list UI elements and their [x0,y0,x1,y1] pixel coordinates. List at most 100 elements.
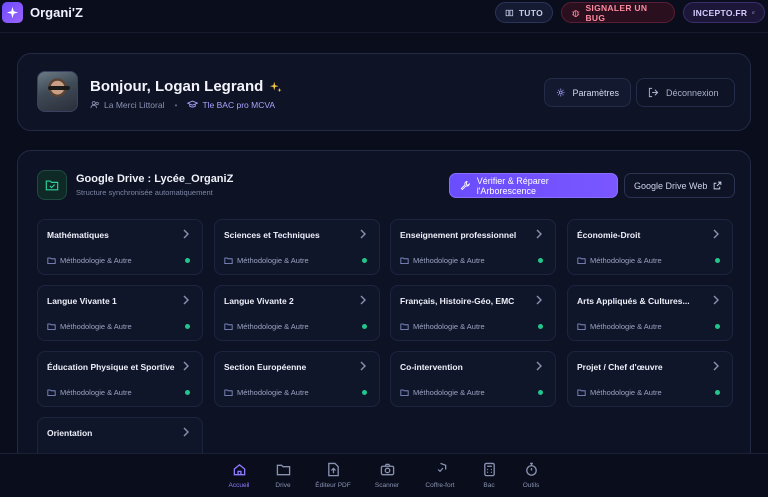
calculator-icon [483,462,495,477]
nav-label: Accueil [228,482,250,489]
subject-card[interactable]: Français, Histoire-Géo, EMC Méthodologie … [390,285,556,341]
nav-item-folder[interactable]: Drive [259,462,307,489]
subject-name: Français, Histoire-Géo, EMC [400,296,515,306]
app-name[interactable]: Organi'Z [30,5,83,20]
nav-label: Coffre-fort [425,482,455,489]
file-upload-icon [327,462,339,477]
chevron-right-icon [182,427,190,437]
incepto-label: INCEPTO.FR [693,7,748,18]
subject-name: Arts Appliqués & Cultures... [577,296,690,306]
subject-name: Éducation Physique et Sportive [47,362,175,372]
sync-status-dot [362,258,367,263]
subject-card[interactable]: Sciences et Techniques Méthodologie & Aut… [214,219,380,275]
subject-card[interactable]: Projet / Chef d'œuvre Méthodologie & Autr… [567,351,733,407]
incepto-link[interactable]: INCEPTO.FR [683,2,765,23]
sync-status-dot [715,324,720,329]
stopwatch-icon [525,462,537,476]
subfolder-label: Méthodologie & Autre [413,388,485,397]
school-info: La Merci Littoral [90,100,164,110]
meta-separator: • [174,99,178,110]
logout-button[interactable]: Déconnexion [636,78,735,107]
nav-item-home[interactable]: Accueil [215,462,263,489]
chevron-right-icon [712,361,720,371]
subfolder-label: Méthodologie & Autre [237,256,309,265]
users-icon [90,100,99,108]
folder-icon [224,257,233,264]
greeting-row: Bonjour, Logan Legrand [90,78,283,95]
folder-icon [224,389,233,396]
sync-status-dot [185,258,190,263]
drive-panel: Google Drive : Lycée_OrganiZ Structure s… [17,150,751,480]
chevron-right-icon [182,229,190,239]
nav-item-camera[interactable]: Scanner [363,462,411,489]
subject-card[interactable]: Langue Vivante 1 Méthodologie & Autre [37,285,203,341]
folder-icon [577,389,586,396]
logout-icon [648,87,659,98]
settings-button[interactable]: Paramètres [544,78,631,107]
home-icon [233,463,245,476]
folder-icon [224,323,233,330]
subject-name: Enseignement professionnel [400,230,517,240]
app-logo-icon[interactable] [2,2,23,23]
chevron-right-icon [359,229,367,239]
nav-item-calculator[interactable]: Bac [465,462,513,489]
subject-name: Co-intervention [400,362,463,372]
repair-tree-button[interactable]: Vérifier & Réparer l'Arborescence [449,173,618,198]
subject-card[interactable]: Co-intervention Méthodologie & Autre [390,351,556,407]
chevron-right-icon [535,295,543,305]
book-icon [505,9,514,16]
subject-card[interactable]: Éducation Physique et Sportive Méthodolog… [37,351,203,407]
subject-subfolder: Méthodologie & Autre [400,322,485,331]
nav-label: Éditeur PDF [315,482,351,489]
folder-icon [47,323,56,330]
subfolder-label: Méthodologie & Autre [590,322,662,331]
subfolder-label: Méthodologie & Autre [60,322,132,331]
nav-item-shield-check[interactable]: Coffre-fort [416,462,464,489]
subject-subfolder: Méthodologie & Autre [224,256,309,265]
nav-item-stopwatch[interactable]: Outils [507,462,555,489]
sync-status-dot [538,390,543,395]
subject-name: Économie-Droit [577,230,641,240]
subject-subfolder: Méthodologie & Autre [224,322,309,331]
sync-status-dot [362,390,367,395]
bottom-nav: Accueil Drive Éditeur PDF Scanner Coffre-for… [0,453,768,497]
bug-icon [572,9,580,17]
subfolder-label: Méthodologie & Autre [237,322,309,331]
subject-card[interactable]: Section Européenne Méthodologie & Autre [214,351,380,407]
sync-status-dot [185,390,190,395]
nav-label: Outils [522,482,540,489]
folder-icon [400,257,409,264]
folder-icon [577,257,586,264]
subject-name: Langue Vivante 2 [224,296,294,306]
sparkles-icon [270,81,283,92]
nav-label: Scanner [374,482,400,489]
subject-card[interactable]: Arts Appliqués & Cultures... Méthodologie… [567,285,733,341]
school-name: La Merci Littoral [104,99,165,110]
subject-card[interactable]: Économie-Droit Méthodologie & Autre [567,219,733,275]
sync-status-dot [538,258,543,263]
subject-card[interactable]: Langue Vivante 2 Méthodologie & Autre [214,285,380,341]
shield-check-icon [437,462,446,473]
subfolder-label: Méthodologie & Autre [237,388,309,397]
repair-tree-label: Vérifier & Réparer l'Arborescence [476,175,549,196]
subject-subfolder: Méthodologie & Autre [400,256,485,265]
tuto-button[interactable]: TUTO [495,2,553,23]
wrench-icon [460,181,470,191]
nav-item-file-upload[interactable]: Éditeur PDF [309,462,357,489]
avatar [37,71,78,112]
greeting-text: Bonjour, Logan Legrand [90,78,264,95]
google-drive-web-button[interactable]: Google Drive Web [624,173,735,198]
report-bug-button[interactable]: SIGNALER UN BUG [561,2,675,23]
logout-label: Déconnexion [666,87,719,98]
subfolder-label: Méthodologie & Autre [60,388,132,397]
subject-card[interactable]: Mathématiques Méthodologie & Autre [37,219,203,275]
subject-name: Mathématiques [47,230,109,240]
top-bar: Organi'Z TUTO SIGNALER UN BUG INCEPTO.FR [0,0,768,26]
subject-name: Section Européenne [224,362,307,372]
subject-card[interactable]: Enseignement professionnel Méthodologie &… [390,219,556,275]
subject-subfolder: Méthodologie & Autre [577,388,662,397]
drive-subtitle: Structure synchronisée automatiquement [76,188,213,197]
chevron-right-icon [182,361,190,371]
chevron-right-icon [712,295,720,305]
folder-icon [276,464,290,476]
